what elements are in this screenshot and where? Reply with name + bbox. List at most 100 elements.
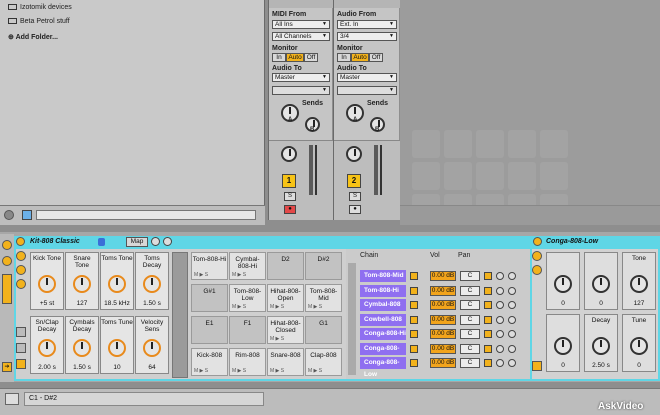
conga-side-button[interactable] xyxy=(532,361,542,371)
conga-toggle-icon[interactable] xyxy=(532,251,542,261)
pad-mute-play-solo[interactable]: M ▶ S xyxy=(308,304,322,310)
chain-options-icon[interactable] xyxy=(508,301,516,309)
chain-options-icon[interactable] xyxy=(508,272,516,280)
conga-knob[interactable] xyxy=(554,275,572,293)
audio-to-dropdown[interactable]: Master xyxy=(272,73,330,82)
chain-row[interactable]: Conga-808-Hi xyxy=(360,328,406,340)
pad-mute-play-solo[interactable]: M ▶ S xyxy=(194,272,208,278)
pan-knob[interactable] xyxy=(346,146,362,162)
chain-headphone-icon[interactable] xyxy=(496,286,504,295)
chain-activator[interactable] xyxy=(410,286,418,295)
chain-headphone-icon[interactable] xyxy=(496,330,504,338)
monitor-auto-button[interactable]: Auto xyxy=(351,53,369,62)
drum-pad[interactable]: Snare-808 M ▶ S xyxy=(267,348,304,376)
chain-activator[interactable] xyxy=(410,272,418,280)
conga-knob[interactable] xyxy=(592,275,610,293)
hot-swap-icon[interactable] xyxy=(98,238,105,246)
pad-mute-play-solo[interactable]: M ▶ S xyxy=(232,304,246,310)
chain-headphone-icon[interactable] xyxy=(496,315,504,324)
track-activator-button[interactable]: 1 xyxy=(282,174,296,188)
audio-to-channel-dropdown[interactable] xyxy=(272,86,330,95)
conga-knob[interactable] xyxy=(630,275,648,293)
device-on-icon[interactable] xyxy=(2,240,12,250)
browser-toggle-icon[interactable] xyxy=(4,210,14,220)
audio-from-dropdown[interactable]: Ext. In xyxy=(337,20,397,29)
drum-pad[interactable]: Rim-808 M ▶ S xyxy=(229,348,266,376)
chain-options-icon[interactable] xyxy=(508,359,516,367)
chain-options-icon[interactable] xyxy=(508,330,516,338)
drum-pad[interactable]: G1 xyxy=(305,316,342,344)
chain-pan[interactable]: C xyxy=(460,343,480,354)
browser-search-bar[interactable] xyxy=(36,210,256,220)
chain-row[interactable]: Cymbal-808 xyxy=(360,299,406,311)
chain-activator[interactable] xyxy=(410,344,418,353)
drum-pad[interactable]: Clap-808 M ▶ S xyxy=(305,348,342,376)
macro-control[interactable]: Toms Tone 18.5 kHz xyxy=(100,252,134,310)
conga-knob[interactable] xyxy=(592,337,610,355)
chain-solo[interactable] xyxy=(484,301,492,309)
chain-options-icon[interactable] xyxy=(508,344,516,353)
midi-channel-dropdown[interactable]: All Channels xyxy=(272,32,330,41)
chain-volume[interactable]: 0.00 dB xyxy=(430,285,456,296)
drum-pad[interactable]: F1 xyxy=(229,316,266,344)
solo-button[interactable]: S xyxy=(349,192,361,201)
macro-knob[interactable] xyxy=(73,339,91,357)
arm-button[interactable]: ● xyxy=(284,205,296,214)
chain-volume[interactable]: 0.00 dB xyxy=(430,329,456,339)
chain-solo[interactable] xyxy=(484,315,492,324)
pad-mute-play-solo[interactable]: M ▶ S xyxy=(308,368,322,374)
pad-mute-play-solo[interactable]: M ▶ S xyxy=(270,304,284,310)
track-activator-button[interactable]: 2 xyxy=(347,174,361,188)
pad-mute-play-solo[interactable]: M ▶ S xyxy=(270,368,284,374)
chain-solo[interactable] xyxy=(484,286,492,295)
macro-knob[interactable] xyxy=(108,275,126,293)
chain-volume[interactable]: 0.00 dB xyxy=(430,271,456,281)
chain-pan[interactable]: C xyxy=(460,358,480,368)
chain-view-icon[interactable] xyxy=(16,265,26,275)
chain-activator[interactable] xyxy=(410,301,418,309)
audio-to-channel-dropdown[interactable] xyxy=(337,86,397,95)
macro-knob[interactable] xyxy=(108,339,126,357)
solo-button[interactable]: S xyxy=(284,192,296,201)
info-view-toggle[interactable] xyxy=(22,210,32,220)
drum-pad[interactable]: G#1 xyxy=(191,284,228,312)
chain-pan[interactable]: C xyxy=(460,329,480,339)
rack-options-icon[interactable] xyxy=(163,237,172,246)
drum-pad[interactable]: Tom-808-Hi M ▶ S xyxy=(191,252,228,280)
volume-fader[interactable] xyxy=(380,145,382,195)
chain-volume[interactable]: 0.00 dB xyxy=(430,343,456,354)
audio-to-dropdown[interactable]: Master xyxy=(337,73,397,82)
chain-pan[interactable]: C xyxy=(460,314,480,325)
conga-control[interactable]: 0 xyxy=(584,252,618,310)
pad-view-toggle[interactable] xyxy=(16,327,26,337)
chain-volume[interactable]: 0.00 dB xyxy=(430,314,456,325)
drum-pad[interactable]: Tom-808-Mid M ▶ S xyxy=(305,284,342,312)
monitor-off-button[interactable]: Off xyxy=(304,53,318,62)
chain-row[interactable]: Conga-808-Mid xyxy=(360,342,406,364)
drum-pad[interactable]: Cymbal-808-Hi M ▶ S xyxy=(229,252,266,280)
midi-from-dropdown[interactable]: All Ins xyxy=(272,20,330,29)
pad-mute-play-solo[interactable]: M ▶ S xyxy=(270,336,284,342)
chain-options-icon[interactable] xyxy=(508,286,516,295)
macro-control[interactable]: Toms Decay 1.50 s xyxy=(135,252,169,310)
chain-solo[interactable] xyxy=(484,359,492,367)
conga-knob[interactable] xyxy=(630,337,648,355)
drum-pad[interactable]: Hihat-808-Open M ▶ S xyxy=(267,284,304,312)
chain-options-icon[interactable] xyxy=(508,315,516,324)
browser-item[interactable]: Beta Petrol stuff xyxy=(8,18,70,25)
chain-row[interactable]: Tom-808-Mid xyxy=(360,270,406,282)
chain-solo[interactable] xyxy=(484,344,492,353)
monitor-off-button[interactable]: Off xyxy=(369,53,383,62)
chain-headphone-icon[interactable] xyxy=(496,344,504,353)
chain-headphone-icon[interactable] xyxy=(496,272,504,280)
conga-control[interactable]: 0 xyxy=(546,314,580,372)
add-folder-button[interactable]: ⊕ Add Folder... xyxy=(8,33,58,41)
chain-row[interactable]: Cowbell-808 xyxy=(360,313,406,326)
conga-knob[interactable] xyxy=(554,337,572,355)
chain-volume[interactable]: 0.00 dB xyxy=(430,358,456,368)
device-list-icon[interactable] xyxy=(16,279,26,289)
device-fold-button[interactable] xyxy=(2,274,12,304)
pad-overview[interactable] xyxy=(172,252,188,378)
drum-pad[interactable]: Kick-808 M ▶ S xyxy=(191,348,228,376)
monitor-auto-button[interactable]: Auto xyxy=(286,53,304,62)
